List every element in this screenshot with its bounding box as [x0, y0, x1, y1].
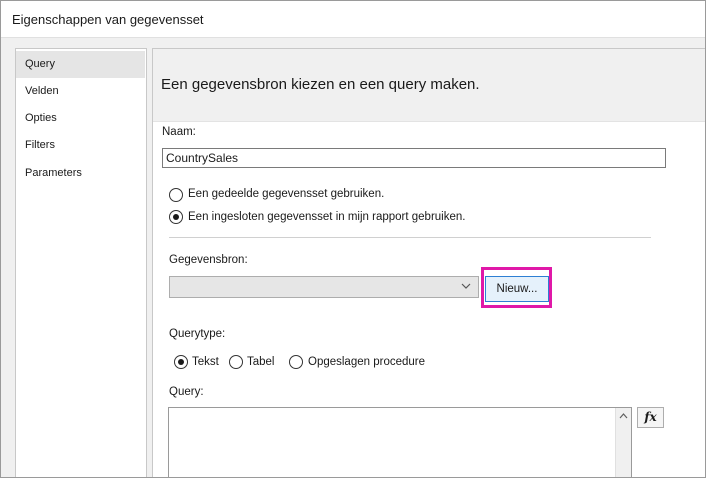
- querytype-tabel-label: Tabel: [247, 356, 275, 368]
- scroll-up-icon[interactable]: [619, 412, 628, 420]
- window-title: Eigenschappen van gegevensset: [12, 12, 204, 27]
- radio-shared-label: Een gedeelde gegevensset gebruiken.: [188, 188, 385, 200]
- radio-querytype-tekst[interactable]: [174, 355, 188, 369]
- query-scrollbar[interactable]: [615, 408, 631, 477]
- name-label: Naam:: [162, 126, 196, 138]
- title-bar: Eigenschappen van gegevensset: [1, 1, 705, 38]
- panel-banner: Een gegevensbron kiezen en een query mak…: [153, 49, 705, 122]
- radio-embedded-label: Een ingesloten gegevensset in mijn rappo…: [188, 211, 466, 223]
- radio-embedded-dataset[interactable]: [169, 210, 183, 224]
- radio-shared-dataset[interactable]: [169, 188, 183, 202]
- querytype-label: Querytype:: [169, 328, 226, 340]
- query-label: Query:: [169, 386, 204, 398]
- query-textarea[interactable]: [168, 407, 632, 477]
- sidebar-item-query[interactable]: Query: [16, 51, 145, 78]
- sidebar-item-filters[interactable]: Filters: [16, 132, 145, 159]
- sidebar-item-opties[interactable]: Opties: [16, 105, 145, 132]
- datasource-dropdown[interactable]: [169, 276, 479, 298]
- name-input[interactable]: CountrySales: [162, 148, 666, 168]
- radio-querytype-stored-procedure[interactable]: [289, 355, 303, 369]
- new-datasource-button[interactable]: Nieuw...: [485, 276, 549, 302]
- sidebar-nav: Query Velden Opties Filters Parameters: [15, 48, 147, 477]
- sidebar-item-velden[interactable]: Velden: [16, 78, 145, 105]
- querytype-stored-procedure-label: Opgeslagen procedure: [308, 356, 425, 368]
- divider: [169, 237, 651, 238]
- query-panel: Een gegevensbron kiezen en een query mak…: [152, 48, 705, 477]
- dataset-properties-window: Eigenschappen van gegevensset Query Veld…: [0, 0, 706, 478]
- datasource-label: Gegevensbron:: [169, 254, 248, 266]
- radio-querytype-tabel[interactable]: [229, 355, 243, 369]
- chevron-down-icon: [461, 283, 471, 289]
- expression-button[interactable]: fx: [637, 407, 664, 428]
- sidebar-item-parameters[interactable]: Parameters: [16, 160, 145, 187]
- querytype-tekst-label: Tekst: [192, 356, 219, 368]
- panel-heading: Een gegevensbron kiezen en een query mak…: [161, 76, 480, 93]
